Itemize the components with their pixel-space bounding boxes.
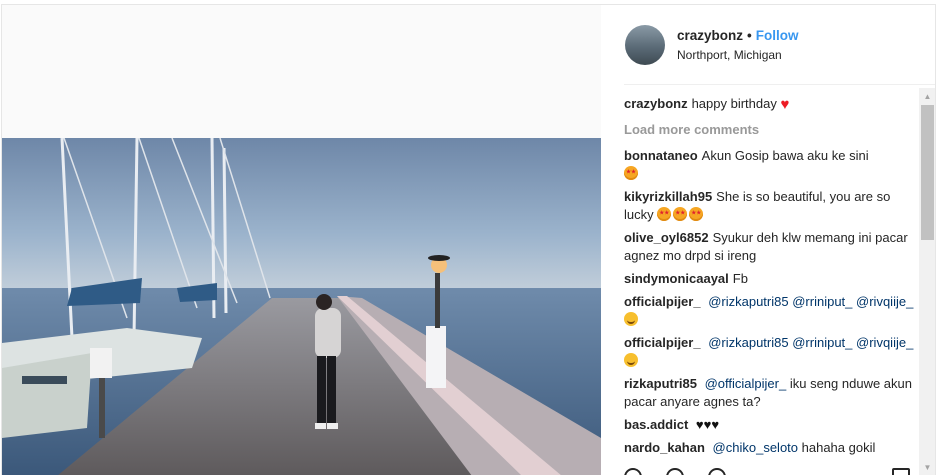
comment-text: Akun Gosip bawa aku ke sini [701,148,869,163]
post-location[interactable]: Northport, Michigan [677,48,782,62]
comment-username[interactable]: bonnataneo [624,148,698,163]
mention-link[interactable]: @rivqiije_ [856,335,913,350]
comment-item: rizkaputri85 @officialpijer_ iku seng nd… [624,375,914,411]
comment-text: hahaha gokil [801,440,876,455]
comments-scrollbar[interactable]: ▲ ▼ [919,88,935,475]
load-more-comments-button[interactable]: Load more comments [624,121,914,139]
separator-dot: • [747,28,752,43]
post-username[interactable]: crazybonz [677,28,743,43]
comment-username[interactable]: bas.addict [624,417,688,432]
comment-item: bonnataneo Akun Gosip bawa aku ke sini [624,147,914,183]
comment-username[interactable]: olive_oyl6852 [624,230,709,245]
post-photo[interactable] [2,5,601,475]
comment-username[interactable]: crazybonz [624,96,688,111]
comments-list: crazybonz happy birthday ♥ Load more comm… [624,95,914,475]
comment-text: Fb [732,271,748,286]
mention-link[interactable]: @rivqiije_ [856,294,913,309]
bookmark-icon[interactable] [892,468,910,475]
mention-link[interactable]: @chiko_seloto [713,440,798,455]
harbor-pier-photo [2,138,601,475]
comment-username[interactable]: officialpijer_ [624,335,701,350]
avatar[interactable] [625,25,665,65]
post-actions [624,468,914,475]
scroll-up-arrow-icon[interactable]: ▲ [919,88,935,105]
comment-username[interactable]: sindymonicaayal [624,271,729,286]
post-header: crazybonz • Follow Northport, Michigan [624,5,935,85]
comment-item: officialpijer_ @rizkaputri85 @rriniput_ … [624,334,914,370]
comment-username[interactable]: rizkaputri85 [624,376,697,391]
star-struck-emoji-icon [689,207,704,221]
follow-button[interactable]: Follow [756,28,799,43]
star-struck-emoji-icon [673,207,688,221]
black-heart-icon: ♥♥♥ [695,417,720,432]
comment-username[interactable]: kikyrizkillah95 [624,189,712,204]
like-heart-icon[interactable] [624,468,642,475]
mention-link[interactable]: @officialpijer_ [705,376,787,391]
mention-link[interactable]: @rriniput_ [792,294,852,309]
post-sidebar: crazybonz • Follow Northport, Michigan cra… [602,5,935,475]
scroll-down-arrow-icon[interactable]: ▼ [919,459,935,475]
share-icon[interactable] [708,468,726,475]
caption: crazybonz happy birthday ♥ [624,95,914,114]
comment-icon[interactable] [666,468,684,475]
mention-link[interactable]: @rizkaputri85 [708,294,788,309]
smirking-emoji-icon [624,353,638,367]
scrollbar-thumb[interactable] [921,105,934,240]
comment-item: olive_oyl6852 Syukur deh klw memang ini p… [624,229,914,265]
comment-username[interactable]: nardo_kahan [624,440,705,455]
red-heart-icon: ♥ [780,96,790,113]
star-struck-emoji-icon [657,207,672,221]
header-username-row: crazybonz • Follow [677,28,799,43]
instagram-post-dialog: crazybonz • Follow Northport, Michigan cra… [1,4,936,475]
mention-link[interactable]: @rizkaputri85 [708,335,788,350]
comment-text: happy birthday [691,96,777,111]
comment-item: bas.addict ♥♥♥ [624,416,914,434]
smirking-emoji-icon [624,312,638,326]
comment-item: nardo_kahan @chiko_seloto hahaha gokil [624,439,914,457]
comment-item: kikyrizkillah95 She is so beautiful, you … [624,188,914,224]
comment-item: sindymonicaayal Fb [624,270,914,288]
comment-item: officialpijer_ @rizkaputri85 @rriniput_ … [624,293,914,329]
mention-link[interactable]: @rriniput_ [792,335,852,350]
comment-username[interactable]: officialpijer_ [624,294,701,309]
star-struck-emoji-icon [624,166,638,180]
